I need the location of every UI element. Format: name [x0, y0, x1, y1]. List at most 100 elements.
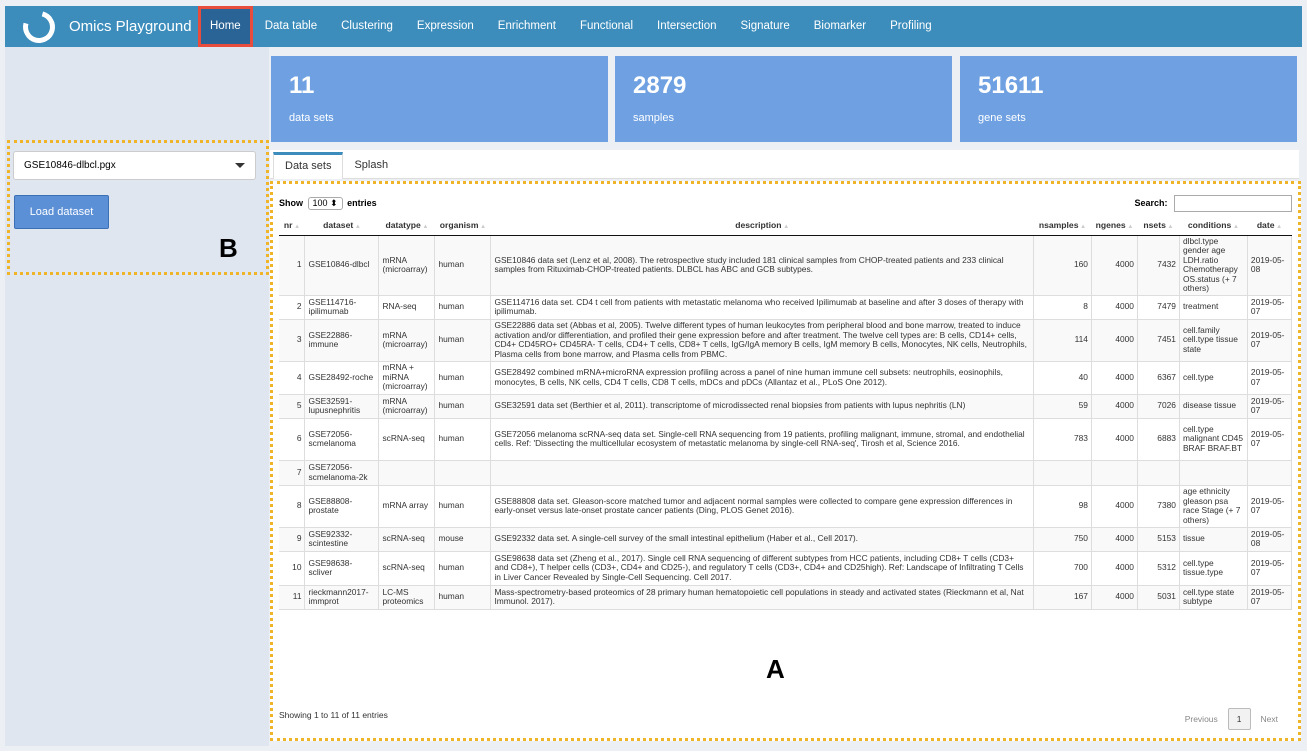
table-row[interactable]: 10 GSE98638-scliver scRNA-seq human GSE98638…	[279, 551, 1293, 586]
col-conditions[interactable]: conditions	[1179, 215, 1248, 236]
table-cell-dataset: GSE88808-prostate	[304, 485, 380, 528]
page-length-select[interactable]: 100 ⬍	[307, 196, 343, 210]
nav-signature[interactable]: Signature	[728, 6, 801, 47]
nav-profiling[interactable]: Profiling	[878, 6, 944, 47]
col-nr[interactable]: nr	[279, 215, 305, 236]
nav-biomarker[interactable]: Biomarker	[802, 6, 878, 47]
nav-functional[interactable]: Functional	[568, 6, 645, 47]
table-cell-ngenes: 4000	[1091, 485, 1138, 528]
stat-label: gene sets	[978, 112, 1026, 124]
table-cell-nr: 2	[279, 295, 306, 320]
table-cell-nsets	[1137, 460, 1180, 486]
table-row[interactable]: 7 GSE72056-scmelanoma-2k	[279, 460, 1293, 486]
nav-expression[interactable]: Expression	[405, 6, 486, 47]
table-cell-datatype: mRNA array	[378, 485, 436, 528]
col-datatype[interactable]: datatype	[378, 215, 435, 236]
table-row[interactable]: 9 GSE92332-scintestine scRNA-seq mouse GSE92…	[279, 527, 1293, 552]
next-button[interactable]: Next	[1261, 714, 1278, 724]
table-cell-nsamples: 783	[1033, 418, 1092, 461]
previous-button[interactable]: Previous	[1185, 714, 1218, 724]
stat-label: data sets	[289, 112, 334, 124]
table-cell-description	[490, 460, 1034, 486]
tab-splash[interactable]: Splash	[343, 152, 399, 178]
table-cell-conditions: age ethnicity gleason psa race Stage (+ …	[1179, 485, 1248, 528]
table-cell-nsets: 7451	[1137, 319, 1180, 362]
load-dataset-button[interactable]: Load dataset	[14, 195, 109, 229]
table-cell-date: 2019-05-07	[1247, 394, 1293, 419]
table-cell-nsamples: 167	[1033, 585, 1092, 610]
table-cell-conditions	[1179, 460, 1248, 486]
table-cell-organism: human	[434, 485, 492, 528]
table-cell-nsamples: 59	[1033, 394, 1092, 419]
table-row[interactable]: 1 GSE10846-dlbcl mRNA (microarray) human GSE…	[279, 235, 1293, 296]
table-cell-nsamples: 750	[1033, 527, 1092, 552]
nav-intersection[interactable]: Intersection	[645, 6, 728, 47]
table-cell-nsamples: 114	[1033, 319, 1092, 362]
table-cell-conditions: treatment	[1179, 295, 1248, 320]
nav-clustering[interactable]: Clustering	[329, 6, 405, 47]
nav-data-table[interactable]: Data table	[253, 6, 329, 47]
search-input[interactable]	[1174, 194, 1292, 212]
table-cell-nsets: 5153	[1137, 527, 1180, 552]
table-cell-dataset: GSE114716-ipilimumab	[304, 295, 380, 320]
nav-home[interactable]: Home	[198, 6, 253, 47]
table-cell-description: GSE10846 data set (Lenz et al, 2008). Th…	[490, 235, 1034, 296]
col-date[interactable]: date	[1247, 215, 1292, 236]
col-nsamples[interactable]: nsamples	[1033, 215, 1092, 236]
table-cell-ngenes: 4000	[1091, 585, 1138, 610]
table-cell-nr: 6	[279, 418, 306, 461]
col-nsets[interactable]: nsets	[1137, 215, 1180, 236]
page-length-value: 100	[312, 197, 328, 208]
table-cell-dataset: GSE28492-roche	[304, 361, 380, 395]
table-row[interactable]: 11 rieckmann2017-immprot LC-MS proteomics h…	[279, 585, 1293, 610]
search-control: Search:	[1134, 194, 1292, 212]
table-cell-description: GSE114716 data set. CD4 t cell from pati…	[490, 295, 1034, 320]
table-row[interactable]: 2 GSE114716-ipilimumab RNA-seq human GSE1147…	[279, 295, 1293, 320]
table-cell-organism	[434, 460, 492, 486]
tab-data-sets[interactable]: Data sets	[273, 152, 344, 179]
page-1-button[interactable]: 1	[1227, 708, 1251, 730]
table-cell-nr: 7	[279, 460, 306, 486]
table-cell-ngenes: 4000	[1091, 319, 1138, 362]
nav-enrichment[interactable]: Enrichment	[486, 6, 568, 47]
col-description[interactable]: description	[490, 215, 1034, 236]
col-dataset[interactable]: dataset	[304, 215, 379, 236]
table-row[interactable]: 8 GSE88808-prostate mRNA array human GSE8880…	[279, 485, 1293, 528]
show-label: Show	[279, 197, 303, 208]
table-cell-conditions: tissue	[1179, 527, 1248, 552]
table-row[interactable]: 3 GSE22886-immune mRNA (microarray) human GS…	[279, 319, 1293, 362]
table-cell-ngenes: 4000	[1091, 394, 1138, 419]
table-cell-datatype: scRNA-seq	[378, 418, 436, 461]
table-row[interactable]: 4 GSE28492-roche mRNA + miRNA (microarray)…	[279, 361, 1293, 395]
datasets-panel: Show 100 ⬍ entries Search: nr dataset da…	[270, 181, 1301, 741]
table-row[interactable]: 5 GSE32591-lupusnephritis mRNA (microarray…	[279, 394, 1293, 419]
table-cell-datatype: mRNA (microarray)	[378, 235, 436, 296]
table-cell-conditions: dlbcl.type gender age LDH.ratio Chemothe…	[1179, 235, 1248, 296]
table-cell-nr: 5	[279, 394, 306, 419]
brand[interactable]: Omics Playground	[5, 4, 198, 49]
table-cell-conditions: cell.type tissue.type	[1179, 551, 1248, 586]
table-cell-date: 2019-05-07	[1247, 551, 1293, 586]
col-organism[interactable]: organism	[434, 215, 491, 236]
table-cell-description: GSE28492 combined mRNA+microRNA expressi…	[490, 361, 1034, 395]
table-row[interactable]: 6 GSE72056-scmelanoma scRNA-seq human GSE720…	[279, 418, 1293, 461]
table-cell-datatype	[378, 460, 436, 486]
table-cell-nsamples: 8	[1033, 295, 1092, 320]
table-cell-datatype: mRNA + miRNA (microarray)	[378, 361, 436, 395]
callout-a: A	[766, 654, 785, 684]
stat-box-genesets: 51611 gene sets	[960, 56, 1297, 142]
table-cell-nsamples: 700	[1033, 551, 1092, 586]
col-ngenes[interactable]: ngenes	[1091, 215, 1138, 236]
table-cell-ngenes: 4000	[1091, 235, 1138, 296]
dataset-select[interactable]: GSE10846-dlbcl.pgx	[13, 151, 256, 180]
stat-box-samples: 2879 samples	[615, 56, 952, 142]
table-cell-date: 2019-05-08	[1247, 235, 1293, 296]
table-cell-dataset: GSE22886-immune	[304, 319, 380, 362]
table-cell-nsamples	[1033, 460, 1092, 486]
table-cell-date: 2019-05-07	[1247, 418, 1293, 461]
pagination: Previous 1 Next	[1175, 708, 1288, 730]
table-cell-datatype: mRNA (microarray)	[378, 394, 436, 419]
table-cell-dataset: rieckmann2017-immprot	[304, 585, 380, 610]
table-info: Showing 1 to 11 of 11 entries	[279, 710, 388, 720]
table-cell-description: Mass-spectrometry-based proteomics of 28…	[490, 585, 1034, 610]
